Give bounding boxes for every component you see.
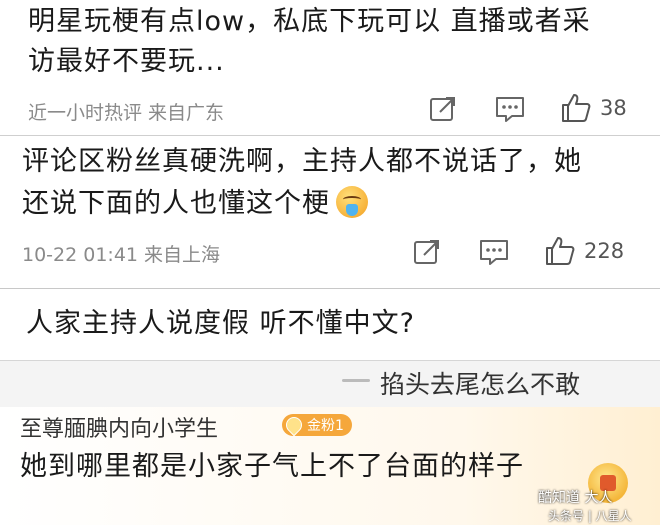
quote-row: 掐头去尾怎么不敢 <box>0 361 660 407</box>
comment-text-line: 访最好不要玩... <box>28 46 225 77</box>
like-count: 38 <box>600 96 627 120</box>
username[interactable]: 至尊腼腆内向小学生 <box>20 411 218 443</box>
divider <box>0 288 660 289</box>
fan-comment: 至尊腼腆内向小学生 金粉1 她到哪里都是小家子气上不了台面的样子 酷知道 大人 … <box>0 407 660 525</box>
badge-label: 金粉1 <box>307 418 344 434</box>
badge-gem-icon <box>282 413 306 437</box>
fan-badge: 金粉1 <box>282 413 352 437</box>
comment-icon <box>496 97 524 122</box>
comment-meta: 近一小时热评 来自广东 <box>28 102 225 124</box>
watermark-source: 头条号 | 八星人 <box>548 509 632 523</box>
share-icon <box>414 240 439 264</box>
comment-button[interactable] <box>494 94 526 124</box>
reply-box[interactable]: 人家主持人说度假 听不懂中文? <box>0 290 660 360</box>
comment-text-line-2: 还说下面的人也懂这个梗 <box>22 184 368 224</box>
like-button[interactable]: 38 <box>560 92 627 124</box>
divider <box>0 135 660 136</box>
comment-text-line: 评论区粉丝真硬洗啊，主持人都不说话了，她 <box>22 146 582 177</box>
quote-text: 掐头去尾怎么不敢 <box>380 370 581 399</box>
reply-text: 人家主持人说度假 听不懂中文? <box>26 308 415 339</box>
share-button[interactable] <box>428 94 458 124</box>
like-button[interactable]: 228 <box>544 235 624 267</box>
comment-text-line: 明星玩梗有点low，私底下玩可以 直播或者采 <box>28 6 591 37</box>
comment-icon <box>480 240 508 265</box>
comment-text: 还说下面的人也懂这个梗 <box>22 188 330 219</box>
blur-mark <box>342 379 370 382</box>
comment-text: 她到哪里都是小家子气上不了台面的样子 <box>20 451 524 482</box>
share-icon <box>430 97 455 121</box>
share-button[interactable] <box>412 237 442 267</box>
comment-meta: 10-22 01:41 来自上海 <box>22 244 221 266</box>
thumbs-up-icon <box>562 94 591 122</box>
watermark: 酷知道 大人 <box>538 490 613 506</box>
like-count: 228 <box>584 239 625 263</box>
thumbs-up-icon <box>546 237 575 265</box>
crying-face-emoji-icon <box>336 186 368 218</box>
comment-button[interactable] <box>478 237 510 267</box>
